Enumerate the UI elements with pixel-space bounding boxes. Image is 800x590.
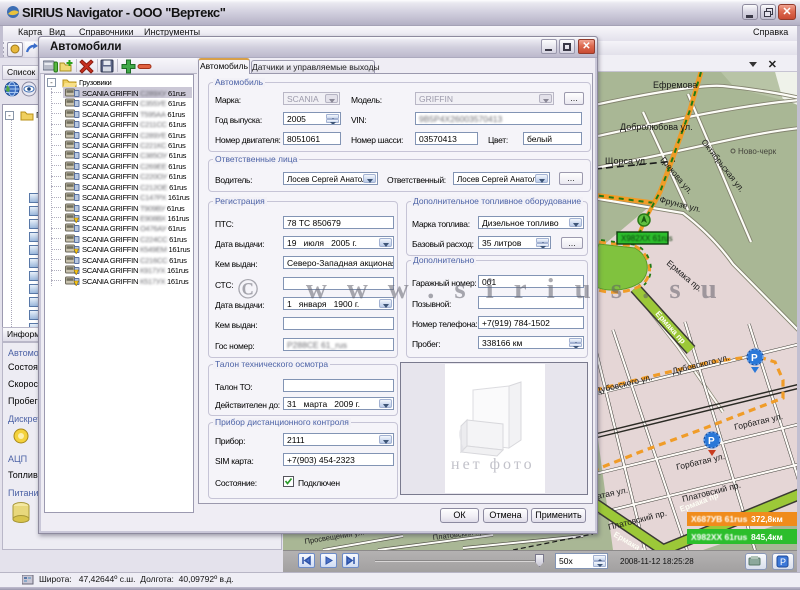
svg-text:Добролюбова ул.: Добролюбова ул. xyxy=(620,122,693,132)
svg-text:Ефремова: Ефремова xyxy=(653,80,697,90)
svg-text:Х982ХХ 61rus: Х982ХХ 61rus xyxy=(621,234,673,243)
svg-text:Х982ХХ 61rus: Х982ХХ 61rus xyxy=(691,532,748,542)
svg-text:Ново-черк: Ново-черк xyxy=(738,147,777,156)
svg-text:845,4км: 845,4км xyxy=(751,532,783,542)
svg-text:P: P xyxy=(708,436,715,447)
svg-text:Щорса ул.: Щорса ул. xyxy=(605,156,648,166)
svg-text:Х687УВ 61rus: Х687УВ 61rus xyxy=(691,514,748,524)
svg-text:372,8км: 372,8км xyxy=(751,514,783,524)
svg-text:P: P xyxy=(780,557,786,567)
svg-text:P: P xyxy=(751,353,758,364)
